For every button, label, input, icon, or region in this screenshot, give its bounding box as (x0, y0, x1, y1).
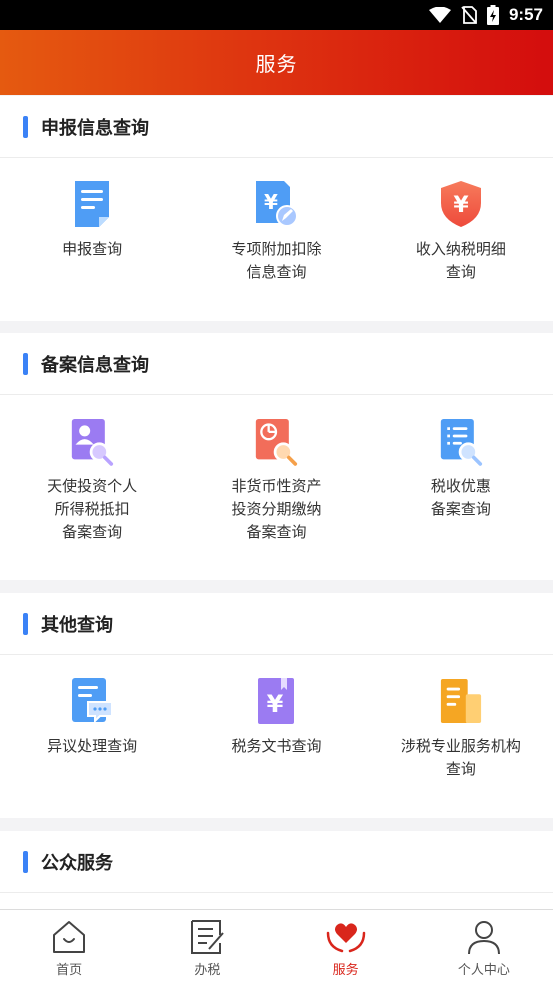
service-item-label: 税务文书查询 (231, 737, 322, 755)
section-header: 备案信息查询 (0, 333, 553, 395)
section-title: 公众服务 (41, 852, 113, 874)
section-filing-query: 备案信息查询 天使投资个人 所得税抵扣 备案查询 非货币性资产 投资分期缴纳 备… (0, 333, 553, 580)
message-document-icon (70, 675, 114, 727)
service-item-angel-investment-filing-query[interactable]: 天使投资个人 所得税抵扣 备案查询 (0, 395, 184, 544)
service-item-special-deduction-query[interactable]: ¥ 专项附加扣除 信息查询 (184, 158, 368, 284)
status-time: 9:57 (508, 5, 543, 24)
list-search-icon (439, 415, 483, 467)
section-declaration-query: 申报信息查询 申报查询 ¥ 专项附加扣除 信息查询 ¥ 收入纳税明细 查询 (0, 96, 553, 321)
service-item-tax-document-query[interactable]: ¥ 税务文书查询 (184, 655, 368, 781)
document-icon (70, 178, 114, 230)
no-sim-icon (461, 6, 477, 24)
section-accent-bar (23, 115, 28, 138)
service-item-tax-preference-filing-query[interactable]: 税收优惠 备案查询 (369, 395, 553, 544)
service-item-declaration-query[interactable]: 申报查询 (0, 158, 184, 284)
service-item-objection-query[interactable]: 异议处理查询 (0, 655, 184, 781)
service-item-income-tax-detail-query[interactable]: ¥ 收入纳税明细 查询 (369, 158, 553, 284)
service-grid: 天使投资个人 所得税抵扣 备案查询 非货币性资产 投资分期缴纳 备案查询 税收优… (0, 395, 553, 544)
tab-home[interactable]: 首页 (0, 910, 138, 983)
section-title: 申报信息查询 (41, 117, 149, 139)
svg-text:¥: ¥ (453, 193, 469, 218)
person-search-icon (70, 415, 114, 467)
section-header: 申报信息查询 (0, 96, 553, 158)
section-header: 公众服务 (0, 831, 553, 893)
svg-text:¥: ¥ (265, 190, 279, 214)
service-grid: 申报查询 ¥ 专项附加扣除 信息查询 ¥ 收入纳税明细 查询 (0, 158, 553, 284)
tab-label: 首页 (56, 963, 83, 978)
building-icon (439, 675, 483, 727)
service-item-label: 申报查询 (62, 240, 123, 258)
service-item-label: 涉税专业服务机构 查询 (400, 737, 521, 778)
person-icon (466, 918, 502, 956)
edit-document-icon (189, 918, 225, 956)
heart-hands-icon (325, 918, 367, 956)
tab-personal-center[interactable]: 个人中心 (415, 910, 553, 983)
section-other-query: 其他查询 异议处理查询 ¥ 税务文书查询 涉税专业服务机构 查询 (0, 593, 553, 818)
service-item-label: 税收优惠 备案查询 (430, 477, 491, 518)
section-accent-bar (23, 850, 28, 873)
piechart-search-icon (254, 415, 298, 467)
section-title: 其他查询 (41, 614, 113, 636)
section-title: 备案信息查询 (41, 354, 149, 376)
bottom-tab-bar: 首页 办税 服务 个人中心 (0, 909, 553, 983)
wifi-icon (428, 7, 451, 23)
yuan-shield-icon: ¥ (439, 178, 483, 230)
yuan-document-edit-icon: ¥ (254, 178, 299, 230)
section-header: 其他查询 (0, 593, 553, 655)
tab-tax-handling[interactable]: 办税 (138, 910, 276, 983)
service-item-tax-agency-query[interactable]: 涉税专业服务机构 查询 (369, 655, 553, 781)
app-header: 服务 (0, 30, 553, 95)
service-item-label: 收入纳税明细 查询 (415, 240, 506, 281)
tab-label: 个人中心 (457, 963, 510, 978)
status-bar: 9:57 (0, 0, 553, 30)
page-title: 服务 (255, 52, 298, 76)
tab-label: 办税 (194, 963, 221, 978)
section-accent-bar (23, 352, 28, 375)
tab-services[interactable]: 服务 (277, 910, 415, 983)
status-icons: 9:57 (428, 0, 543, 30)
service-grid: 异议处理查询 ¥ 税务文书查询 涉税专业服务机构 查询 (0, 655, 553, 781)
svg-text:¥: ¥ (267, 690, 284, 718)
battery-charging-icon (486, 5, 499, 25)
service-item-label: 专项附加扣除 信息查询 (231, 240, 322, 281)
section-public-service: 公众服务 (0, 831, 553, 909)
service-item-label: 天使投资个人 所得税抵扣 备案查询 (47, 477, 138, 541)
home-icon (51, 918, 87, 956)
yuan-book-icon: ¥ (254, 675, 298, 727)
section-accent-bar (23, 612, 28, 635)
service-item-non-monetary-asset-filing-query[interactable]: 非货币性资产 投资分期缴纳 备案查询 (184, 395, 368, 544)
service-item-label: 非货币性资产 投资分期缴纳 备案查询 (231, 477, 322, 541)
tab-label: 服务 (332, 963, 359, 978)
service-item-label: 异议处理查询 (47, 737, 138, 755)
